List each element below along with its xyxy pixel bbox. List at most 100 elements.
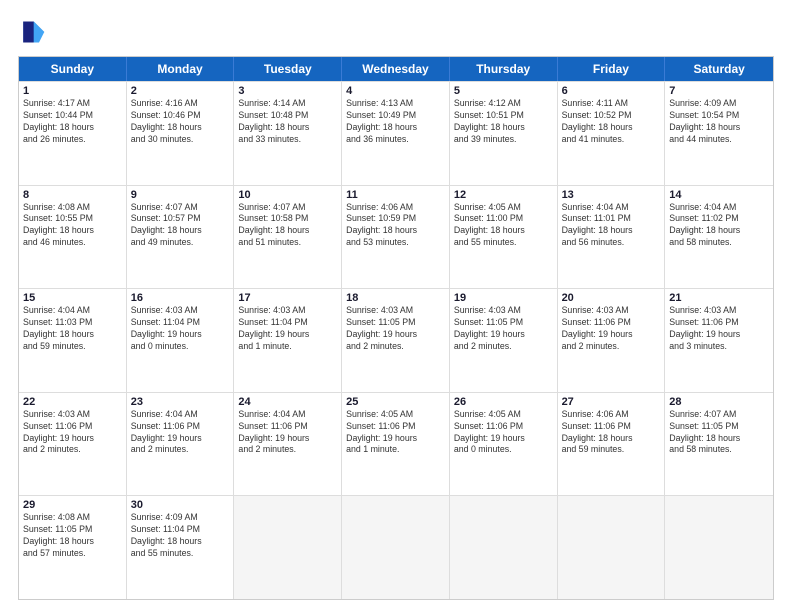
day-info: Sunrise: 4:04 AM Sunset: 11:02 PM Daylig… xyxy=(669,202,769,250)
day-number: 19 xyxy=(454,292,553,304)
header-day-thursday: Thursday xyxy=(450,57,558,81)
day-number: 17 xyxy=(238,292,337,304)
day-number: 24 xyxy=(238,396,337,408)
day-number: 20 xyxy=(562,292,661,304)
calendar-cell: 13Sunrise: 4:04 AM Sunset: 11:01 PM Dayl… xyxy=(558,186,666,289)
calendar-cell: 26Sunrise: 4:05 AM Sunset: 11:06 PM Dayl… xyxy=(450,393,558,496)
calendar-cell: 20Sunrise: 4:03 AM Sunset: 11:06 PM Dayl… xyxy=(558,289,666,392)
calendar-cell: 24Sunrise: 4:04 AM Sunset: 11:06 PM Dayl… xyxy=(234,393,342,496)
calendar-cell: 17Sunrise: 4:03 AM Sunset: 11:04 PM Dayl… xyxy=(234,289,342,392)
calendar-cell: 6Sunrise: 4:11 AM Sunset: 10:52 PM Dayli… xyxy=(558,82,666,185)
calendar-cell: 14Sunrise: 4:04 AM Sunset: 11:02 PM Dayl… xyxy=(665,186,773,289)
day-number: 4 xyxy=(346,85,445,97)
day-number: 16 xyxy=(131,292,230,304)
day-number: 27 xyxy=(562,396,661,408)
calendar-cell: 29Sunrise: 4:08 AM Sunset: 11:05 PM Dayl… xyxy=(19,496,127,599)
calendar-header: SundayMondayTuesdayWednesdayThursdayFrid… xyxy=(19,57,773,81)
calendar-row-3: 15Sunrise: 4:04 AM Sunset: 11:03 PM Dayl… xyxy=(19,288,773,392)
day-info: Sunrise: 4:04 AM Sunset: 11:06 PM Daylig… xyxy=(238,409,337,457)
calendar-cell: 1Sunrise: 4:17 AM Sunset: 10:44 PM Dayli… xyxy=(19,82,127,185)
calendar-cell: 30Sunrise: 4:09 AM Sunset: 11:04 PM Dayl… xyxy=(127,496,235,599)
calendar-cell: 9Sunrise: 4:07 AM Sunset: 10:57 PM Dayli… xyxy=(127,186,235,289)
logo-icon xyxy=(18,18,46,46)
calendar-cell: 28Sunrise: 4:07 AM Sunset: 11:05 PM Dayl… xyxy=(665,393,773,496)
day-number: 10 xyxy=(238,189,337,201)
logo xyxy=(18,18,50,46)
header-day-tuesday: Tuesday xyxy=(234,57,342,81)
calendar-row-1: 1Sunrise: 4:17 AM Sunset: 10:44 PM Dayli… xyxy=(19,81,773,185)
day-info: Sunrise: 4:05 AM Sunset: 11:06 PM Daylig… xyxy=(346,409,445,457)
day-info: Sunrise: 4:06 AM Sunset: 10:59 PM Daylig… xyxy=(346,202,445,250)
day-info: Sunrise: 4:05 AM Sunset: 11:00 PM Daylig… xyxy=(454,202,553,250)
day-number: 22 xyxy=(23,396,122,408)
calendar-cell: 10Sunrise: 4:07 AM Sunset: 10:58 PM Dayl… xyxy=(234,186,342,289)
calendar-cell: 21Sunrise: 4:03 AM Sunset: 11:06 PM Dayl… xyxy=(665,289,773,392)
day-number: 13 xyxy=(562,189,661,201)
header-day-wednesday: Wednesday xyxy=(342,57,450,81)
calendar-cell: 5Sunrise: 4:12 AM Sunset: 10:51 PM Dayli… xyxy=(450,82,558,185)
day-number: 1 xyxy=(23,85,122,97)
day-info: Sunrise: 4:03 AM Sunset: 11:06 PM Daylig… xyxy=(669,305,769,353)
calendar-cell: 4Sunrise: 4:13 AM Sunset: 10:49 PM Dayli… xyxy=(342,82,450,185)
calendar-cell xyxy=(558,496,666,599)
header-day-friday: Friday xyxy=(558,57,666,81)
day-info: Sunrise: 4:13 AM Sunset: 10:49 PM Daylig… xyxy=(346,98,445,146)
day-info: Sunrise: 4:17 AM Sunset: 10:44 PM Daylig… xyxy=(23,98,122,146)
calendar-cell: 18Sunrise: 4:03 AM Sunset: 11:05 PM Dayl… xyxy=(342,289,450,392)
day-number: 7 xyxy=(669,85,769,97)
day-info: Sunrise: 4:09 AM Sunset: 10:54 PM Daylig… xyxy=(669,98,769,146)
day-number: 30 xyxy=(131,499,230,511)
day-info: Sunrise: 4:07 AM Sunset: 11:05 PM Daylig… xyxy=(669,409,769,457)
day-number: 3 xyxy=(238,85,337,97)
day-number: 9 xyxy=(131,189,230,201)
day-info: Sunrise: 4:03 AM Sunset: 11:05 PM Daylig… xyxy=(346,305,445,353)
day-info: Sunrise: 4:09 AM Sunset: 11:04 PM Daylig… xyxy=(131,512,230,560)
day-number: 18 xyxy=(346,292,445,304)
header-day-sunday: Sunday xyxy=(19,57,127,81)
day-number: 11 xyxy=(346,189,445,201)
day-info: Sunrise: 4:03 AM Sunset: 11:05 PM Daylig… xyxy=(454,305,553,353)
day-info: Sunrise: 4:03 AM Sunset: 11:04 PM Daylig… xyxy=(131,305,230,353)
day-number: 8 xyxy=(23,189,122,201)
day-info: Sunrise: 4:03 AM Sunset: 11:06 PM Daylig… xyxy=(562,305,661,353)
day-number: 15 xyxy=(23,292,122,304)
header xyxy=(18,18,774,46)
day-info: Sunrise: 4:08 AM Sunset: 10:55 PM Daylig… xyxy=(23,202,122,250)
day-number: 25 xyxy=(346,396,445,408)
day-info: Sunrise: 4:04 AM Sunset: 11:06 PM Daylig… xyxy=(131,409,230,457)
day-number: 12 xyxy=(454,189,553,201)
calendar-body: 1Sunrise: 4:17 AM Sunset: 10:44 PM Dayli… xyxy=(19,81,773,599)
calendar-cell xyxy=(342,496,450,599)
calendar-row-4: 22Sunrise: 4:03 AM Sunset: 11:06 PM Dayl… xyxy=(19,392,773,496)
calendar-cell: 16Sunrise: 4:03 AM Sunset: 11:04 PM Dayl… xyxy=(127,289,235,392)
day-info: Sunrise: 4:03 AM Sunset: 11:06 PM Daylig… xyxy=(23,409,122,457)
day-number: 26 xyxy=(454,396,553,408)
day-info: Sunrise: 4:04 AM Sunset: 11:03 PM Daylig… xyxy=(23,305,122,353)
day-info: Sunrise: 4:16 AM Sunset: 10:46 PM Daylig… xyxy=(131,98,230,146)
calendar-cell: 12Sunrise: 4:05 AM Sunset: 11:00 PM Dayl… xyxy=(450,186,558,289)
day-info: Sunrise: 4:14 AM Sunset: 10:48 PM Daylig… xyxy=(238,98,337,146)
calendar-cell: 25Sunrise: 4:05 AM Sunset: 11:06 PM Dayl… xyxy=(342,393,450,496)
header-day-monday: Monday xyxy=(127,57,235,81)
day-number: 23 xyxy=(131,396,230,408)
day-info: Sunrise: 4:05 AM Sunset: 11:06 PM Daylig… xyxy=(454,409,553,457)
day-info: Sunrise: 4:11 AM Sunset: 10:52 PM Daylig… xyxy=(562,98,661,146)
page: SundayMondayTuesdayWednesdayThursdayFrid… xyxy=(0,0,792,612)
day-number: 14 xyxy=(669,189,769,201)
calendar-cell: 7Sunrise: 4:09 AM Sunset: 10:54 PM Dayli… xyxy=(665,82,773,185)
day-info: Sunrise: 4:07 AM Sunset: 10:58 PM Daylig… xyxy=(238,202,337,250)
calendar-cell: 23Sunrise: 4:04 AM Sunset: 11:06 PM Dayl… xyxy=(127,393,235,496)
day-info: Sunrise: 4:12 AM Sunset: 10:51 PM Daylig… xyxy=(454,98,553,146)
calendar-cell xyxy=(665,496,773,599)
day-info: Sunrise: 4:08 AM Sunset: 11:05 PM Daylig… xyxy=(23,512,122,560)
calendar-row-2: 8Sunrise: 4:08 AM Sunset: 10:55 PM Dayli… xyxy=(19,185,773,289)
calendar-cell: 22Sunrise: 4:03 AM Sunset: 11:06 PM Dayl… xyxy=(19,393,127,496)
calendar: SundayMondayTuesdayWednesdayThursdayFrid… xyxy=(18,56,774,600)
header-day-saturday: Saturday xyxy=(665,57,773,81)
day-number: 6 xyxy=(562,85,661,97)
calendar-cell: 8Sunrise: 4:08 AM Sunset: 10:55 PM Dayli… xyxy=(19,186,127,289)
calendar-cell: 27Sunrise: 4:06 AM Sunset: 11:06 PM Dayl… xyxy=(558,393,666,496)
calendar-cell: 3Sunrise: 4:14 AM Sunset: 10:48 PM Dayli… xyxy=(234,82,342,185)
day-info: Sunrise: 4:04 AM Sunset: 11:01 PM Daylig… xyxy=(562,202,661,250)
calendar-cell xyxy=(450,496,558,599)
